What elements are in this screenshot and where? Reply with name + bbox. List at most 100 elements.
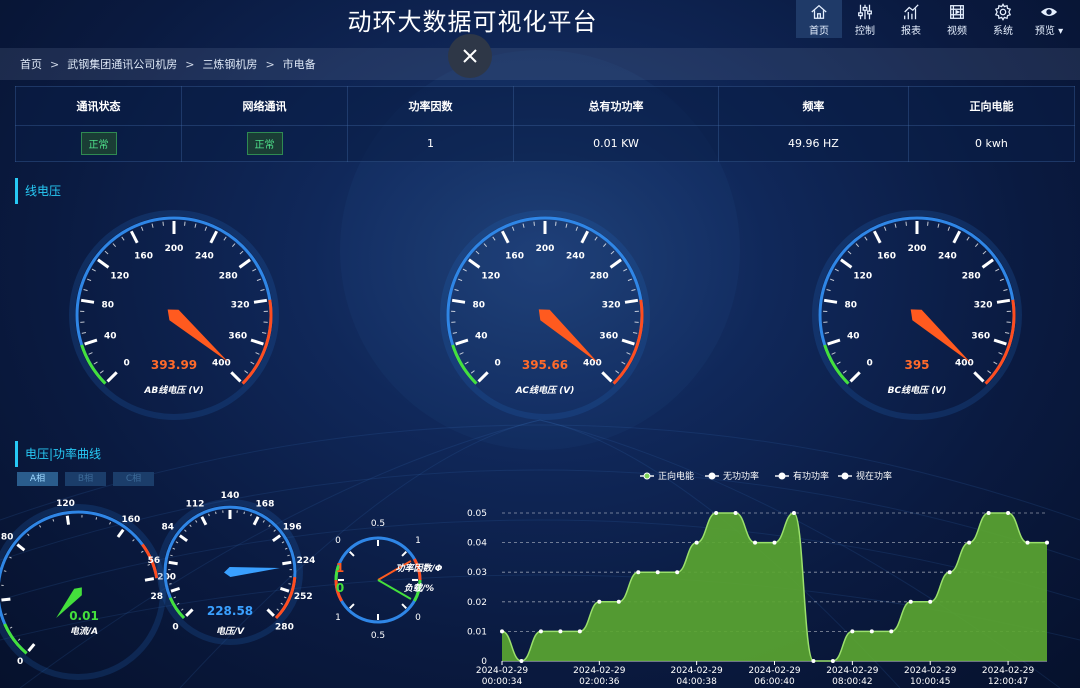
gauge-minor-tick (262, 520, 265, 523)
gauge-major-tick (185, 608, 194, 617)
gauge-major-tick (106, 371, 118, 383)
gauge-minor-tick (894, 223, 897, 228)
gauge-minor-tick (842, 370, 847, 374)
gauge-major-tick (823, 298, 838, 304)
gauge-minor-tick (632, 332, 638, 334)
gauge-minor-tick (93, 361, 98, 365)
close-button[interactable] (448, 34, 492, 78)
data-point (694, 540, 699, 545)
legend-marker (708, 472, 716, 480)
gauge-minor-tick (826, 289, 831, 292)
x-tick-label: 2024-02-29 (826, 666, 879, 676)
legend-label: 有功功率 (793, 470, 829, 482)
data-point (791, 511, 796, 515)
gauge-tick-label: 120 (481, 272, 500, 282)
gauge-major-tick (993, 338, 1007, 346)
gauge-tick-label: 120 (110, 272, 129, 282)
gauge-minor-tick (280, 602, 284, 605)
gauge-major-tick (252, 516, 260, 526)
gauge-minor-tick (883, 226, 887, 231)
data-point (538, 629, 543, 634)
gauge-minor-tick (9, 626, 13, 629)
gauge-major-tick (840, 258, 853, 269)
legend-marker (778, 472, 786, 480)
gauge-major-tick (401, 551, 407, 557)
factor-load-gauge: 0 0.5 1 1 0.5 0 1 0 功率因数/Φ 负载/% (334, 519, 443, 641)
gauge-minor-tick (189, 524, 192, 528)
gauge-minor-tick (112, 243, 117, 248)
data-point (1025, 540, 1030, 545)
gauge-minor-tick (204, 226, 208, 231)
gauge-minor-tick (998, 352, 1003, 355)
gauge-tick-label: 80 (845, 301, 858, 311)
gauge-minor-tick (91, 268, 96, 272)
gauge-minor-tick (181, 608, 184, 611)
gauge-major-tick (401, 603, 407, 609)
x-tick-label: 08:00:42 (832, 677, 872, 687)
data-point (616, 599, 621, 604)
gauge-tick-label: 140 (221, 491, 240, 501)
data-point (558, 629, 563, 634)
gauge-minor-tick (243, 511, 245, 515)
gauge-major-tick (266, 608, 275, 617)
gauge-minor-tick (454, 289, 459, 292)
gauge-minor-tick (937, 223, 940, 228)
gauge-minor-tick (470, 370, 475, 374)
gauge-value: 228.58 (207, 604, 253, 618)
line-voltage-gauge: 0 40 80 120 160 200 240 280 320 360 400 393.99 AB线电压… (69, 210, 279, 420)
x-tick-label: 2024-02-29 (573, 666, 626, 676)
gauge-minor-tick (462, 268, 467, 272)
gauge-tick-label: 0.5 (371, 519, 385, 529)
data-point (714, 511, 719, 515)
gauge-major-tick (451, 298, 466, 304)
gauge-major-tick (827, 338, 841, 346)
gauge-value: 395.66 (522, 358, 568, 372)
gauge-tick-label: 40 (104, 332, 117, 342)
gauge-minor-tick (864, 236, 868, 241)
gauge-tick-label: 200 (165, 244, 184, 254)
x-tick-label: 10:00:45 (910, 677, 950, 687)
gauge-minor-tick (252, 268, 257, 272)
data-point (655, 570, 660, 575)
x-tick-label: 06:00:40 (754, 677, 795, 687)
gauge-tick-label: 28 (151, 592, 164, 602)
data-point (636, 570, 641, 575)
line-voltage-gauge: 0 40 80 120 160 200 240 280 320 360 400 395 BC线电压 (V… (812, 210, 1022, 420)
y-tick-label: 0.03 (467, 568, 487, 578)
gauge-needle (167, 309, 229, 363)
gauge-major-tick (468, 258, 481, 269)
data-point (908, 599, 913, 604)
gauge-minor-tick (627, 278, 633, 282)
gauge-major-tick (238, 258, 251, 269)
gauge-minor-tick (610, 250, 615, 255)
gauge-major-tick (580, 230, 590, 244)
gauge-minor-tick (492, 236, 496, 241)
gauge-minor-tick (256, 278, 262, 282)
gauge-major-tick (601, 371, 613, 383)
y-tick-label: 0.05 (467, 509, 487, 519)
gauge-tick-label: 320 (602, 301, 621, 311)
data-point (830, 659, 835, 663)
gauge-tick-label: 168 (256, 499, 275, 509)
gauge-minor-tick (511, 226, 515, 231)
gauge-tick-label: 80 (473, 301, 486, 311)
gauge-minor-tick (195, 520, 198, 523)
x-tick-label: 12:00:47 (988, 677, 1028, 687)
gauge-major-tick (500, 230, 510, 244)
gauge-tick-label: 80 (102, 301, 115, 311)
gauge-minor-tick (95, 517, 98, 520)
gauge-minor-tick (9, 556, 12, 559)
gauge-tick-label: 240 (938, 251, 957, 261)
gauge-major-tick (65, 515, 71, 525)
gauge-minor-tick (565, 223, 568, 228)
data-point (850, 629, 855, 634)
line-voltage-gauge: 0 40 80 120 160 200 240 280 320 360 400 395.66 AC线电压… (440, 210, 650, 420)
x-tick-label: 02:00:36 (579, 677, 620, 687)
legend-label: 视在功率 (856, 470, 892, 482)
gauge-tick-label: 0.5 (371, 631, 385, 641)
data-point (928, 599, 933, 604)
gauge-tick-label: 40 (847, 332, 860, 342)
gauge-tick-label: 252 (294, 592, 313, 602)
gauge-major-tick (621, 338, 635, 346)
gauge-minor-tick (464, 361, 469, 365)
